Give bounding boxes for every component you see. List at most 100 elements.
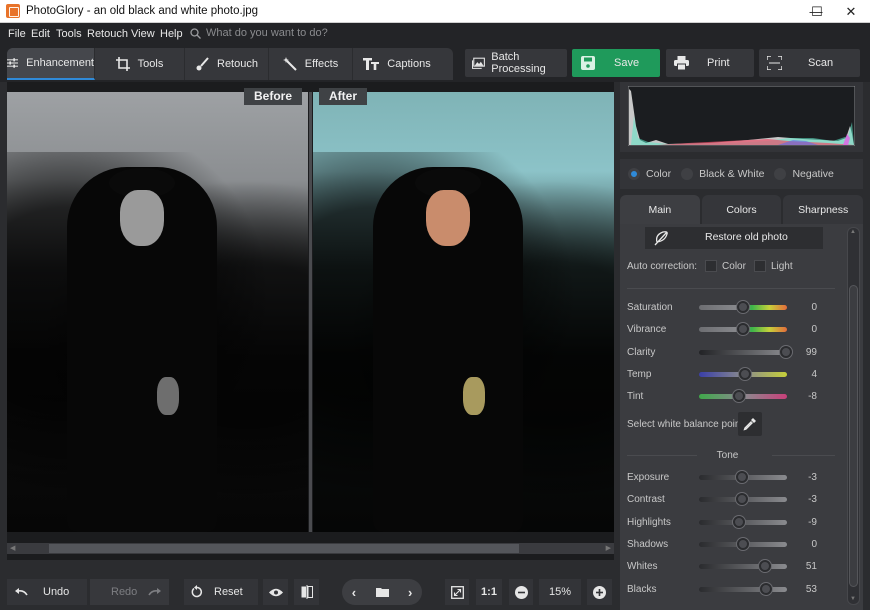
tab-label: Retouch: [217, 58, 258, 70]
undo-label: Undo: [43, 586, 70, 598]
tab-colors[interactable]: Colors: [701, 195, 782, 224]
tab-label: Tools: [137, 58, 164, 70]
radio-color[interactable]: [628, 168, 640, 180]
tint-slider[interactable]: [699, 390, 787, 403]
tab-effects[interactable]: Effects: [269, 48, 353, 80]
split-view-icon: [301, 585, 313, 599]
exposure-slider[interactable]: [699, 471, 787, 483]
scan-icon: [767, 56, 782, 70]
radio-black-white[interactable]: [681, 168, 694, 180]
tab-main[interactable]: Main: [620, 195, 700, 224]
scrollbar-thumb[interactable]: [849, 285, 858, 587]
mode-label: Color: [646, 168, 672, 180]
menu-retouch[interactable]: Retouch: [87, 28, 128, 40]
auto-color-checkbox[interactable]: [705, 260, 718, 272]
scrollbar-thumb[interactable]: [49, 544, 519, 553]
auto-color-label: Color: [722, 260, 746, 272]
shadows-slider[interactable]: [699, 537, 787, 550]
slider-value: 4: [811, 368, 817, 380]
slider-handle[interactable]: [735, 471, 748, 483]
restore-old-photo-button[interactable]: Restore old photo: [645, 227, 823, 249]
slider-value: 0: [811, 538, 817, 550]
slider-handle[interactable]: [759, 560, 772, 573]
slider-handle[interactable]: [738, 367, 751, 380]
panel-tabs: Main Colors Sharpness: [620, 195, 864, 224]
slider-handle[interactable]: [735, 493, 748, 506]
panel-vertical-scrollbar[interactable]: ▲ ▼: [847, 227, 860, 605]
zoom-out-button[interactable]: [509, 579, 533, 605]
tab-sharpness[interactable]: Sharpness: [783, 195, 864, 224]
histogram-graph: [628, 86, 855, 146]
slider-handle[interactable]: [737, 301, 749, 313]
zoom-in-button[interactable]: [587, 579, 612, 605]
mode-label: Negative: [792, 168, 834, 180]
scan-button[interactable]: Scan: [759, 49, 860, 77]
scroll-left-icon[interactable]: ◀: [10, 544, 15, 552]
next-image-icon[interactable]: ›: [408, 585, 412, 600]
undo-button[interactable]: Undo: [7, 579, 87, 605]
slider-handle[interactable]: [733, 390, 746, 403]
save-button[interactable]: Save: [572, 49, 660, 77]
actual-size-button[interactable]: 1:1: [476, 579, 502, 605]
scroll-up-icon[interactable]: ▲: [850, 229, 856, 235]
menu-edit[interactable]: Edit: [31, 28, 50, 40]
search-box[interactable]: What do you want to do?: [190, 27, 328, 39]
batch-processing-button[interactable]: Batch Processing: [465, 49, 567, 77]
compare-toggle-button[interactable]: [294, 579, 319, 605]
mode-label: Black & White: [699, 168, 765, 180]
whites-slider[interactable]: [699, 560, 787, 573]
slider-handle[interactable]: [737, 323, 749, 336]
search-icon: [190, 27, 201, 39]
auto-light-checkbox[interactable]: [753, 260, 766, 272]
zoom-level-field[interactable]: 15%: [539, 579, 581, 605]
radio-negative[interactable]: [774, 168, 787, 180]
window-title: PhotoGlory - an old black and white phot…: [26, 5, 259, 17]
redo-button[interactable]: Redo: [90, 579, 169, 605]
image-canvas[interactable]: Before After ◀ ▶: [7, 82, 614, 560]
brush-icon: [196, 57, 209, 71]
auto-correction-row: Auto correction: Color Light: [627, 260, 793, 272]
temp-slider[interactable]: [699, 367, 787, 380]
tab-enhancement[interactable]: Enhancement: [7, 48, 95, 80]
tab-retouch[interactable]: Retouch: [185, 48, 269, 80]
blacks-slider[interactable]: [699, 582, 787, 595]
print-button[interactable]: Print: [666, 49, 754, 77]
histogram: [620, 82, 863, 152]
slider-label: Contrast: [627, 494, 665, 506]
horizontal-scrollbar[interactable]: ◀ ▶: [7, 543, 614, 554]
tab-label: Enhancement: [26, 57, 94, 69]
fit-to-screen-button[interactable]: [445, 579, 469, 605]
previous-image-icon[interactable]: ‹: [352, 585, 356, 600]
menu-help[interactable]: Help: [160, 28, 183, 40]
scroll-down-icon[interactable]: ▼: [850, 596, 856, 602]
preview-toggle-button[interactable]: [263, 579, 288, 605]
tab-tools[interactable]: Tools: [95, 48, 185, 80]
maximize-button[interactable]: ☐: [799, 0, 835, 23]
slider-handle[interactable]: [760, 582, 773, 595]
menu-file[interactable]: File: [8, 28, 26, 40]
auto-correction-label: Auto correction:: [627, 260, 698, 272]
before-after-divider[interactable]: [309, 92, 312, 532]
main-toolbar: Enhancement Tools Retouch Effects Captio…: [0, 45, 870, 82]
saturation-slider[interactable]: [699, 301, 787, 313]
folder-icon[interactable]: [375, 587, 389, 597]
reset-button[interactable]: Reset: [184, 579, 258, 605]
menu-bar: File Edit Tools Retouch View Help What d…: [0, 23, 870, 45]
slider-handle[interactable]: [737, 537, 749, 550]
contrast-slider[interactable]: [699, 493, 787, 506]
slider-value: -3: [808, 472, 817, 483]
menu-tools[interactable]: Tools: [56, 28, 82, 40]
slider-label: Temp: [627, 368, 652, 380]
close-button[interactable]: ✕: [833, 0, 869, 23]
scroll-right-icon[interactable]: ▶: [606, 544, 611, 552]
slider-handle[interactable]: [733, 515, 746, 528]
crop-icon: [115, 57, 130, 71]
clarity-slider[interactable]: [699, 345, 793, 358]
vibrance-slider[interactable]: [699, 323, 787, 336]
white-balance-picker-button[interactable]: [738, 412, 762, 436]
tab-captions[interactable]: Captions: [353, 48, 441, 80]
highlights-slider[interactable]: [699, 515, 787, 528]
bottom-toolbar: Undo Redo Reset ‹ › 1:1 15%: [0, 573, 617, 610]
menu-view[interactable]: View: [131, 28, 155, 40]
feather-icon: [654, 231, 668, 246]
